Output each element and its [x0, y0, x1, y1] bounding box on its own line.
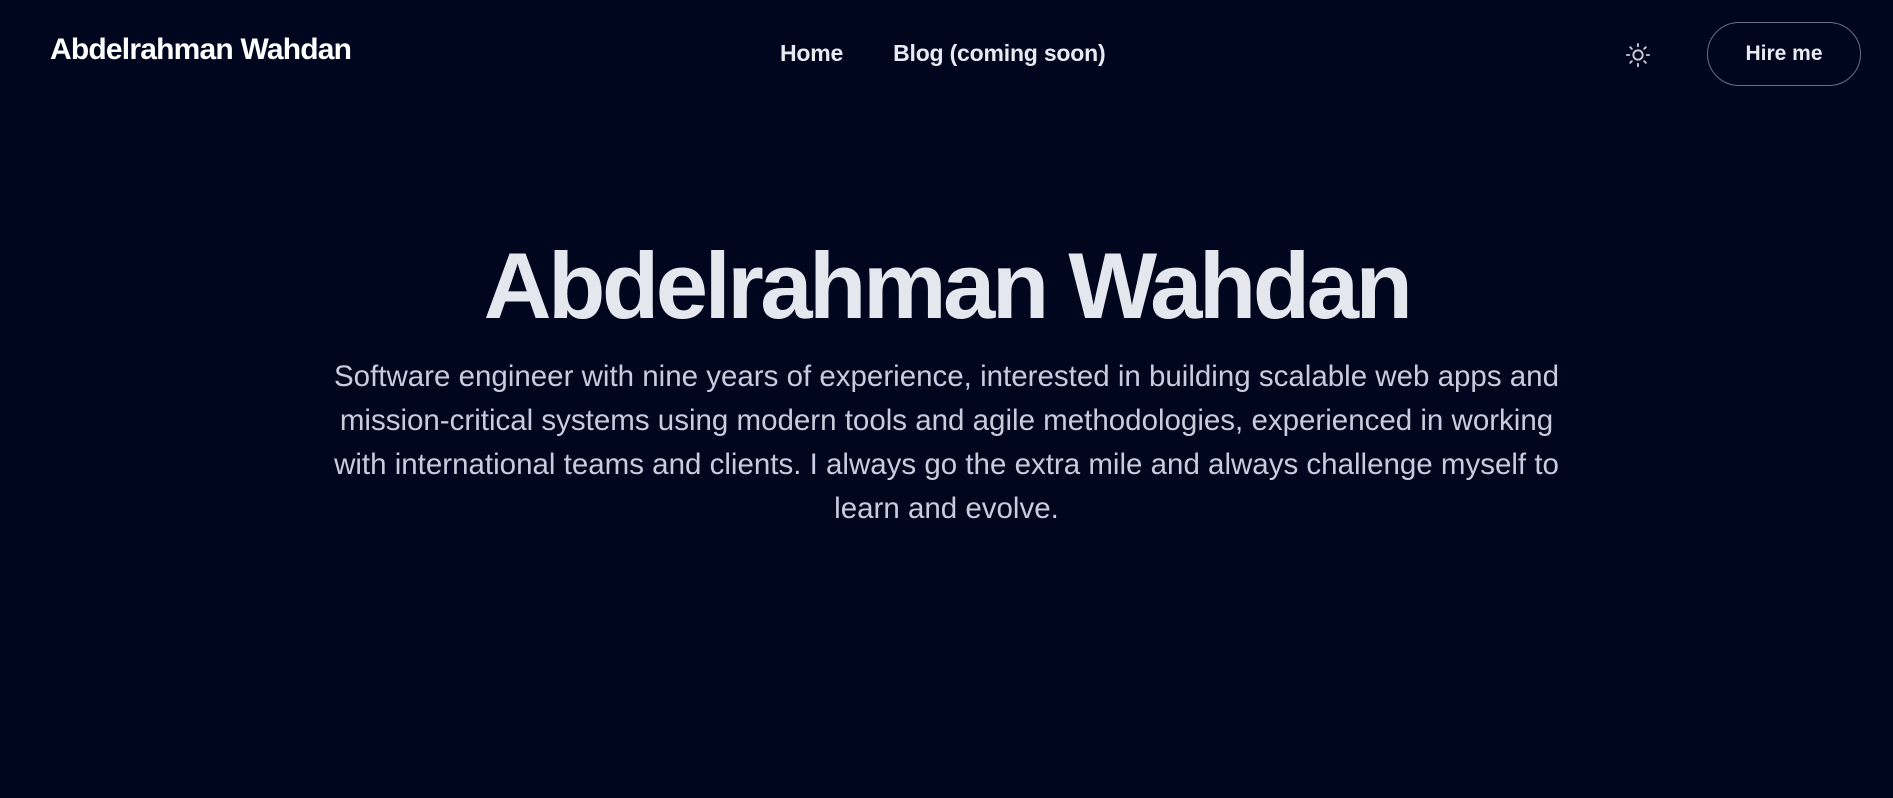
theme-toggle-button[interactable]: [1622, 39, 1654, 71]
main-nav: Home Blog (coming soon): [780, 40, 1106, 67]
site-header: Abdelrahman Wahdan Home Blog (coming soo…: [0, 0, 1893, 110]
site-logo-link[interactable]: Abdelrahman Wahdan: [50, 33, 352, 67]
hire-me-button[interactable]: Hire me: [1707, 22, 1861, 86]
sun-icon: [1625, 42, 1651, 68]
nav-link-blog[interactable]: Blog (coming soon): [893, 40, 1106, 67]
nav-link-home[interactable]: Home: [780, 40, 843, 67]
hero-bio: Software engineer with nine years of exp…: [333, 360, 1559, 525]
hero-section: Abdelrahman Wahdan Software engineer wit…: [0, 225, 1893, 531]
page: Abdelrahman Wahdan Home Blog (coming soo…: [0, 0, 1893, 798]
hero-title: Abdelrahman Wahdan: [483, 233, 1413, 338]
